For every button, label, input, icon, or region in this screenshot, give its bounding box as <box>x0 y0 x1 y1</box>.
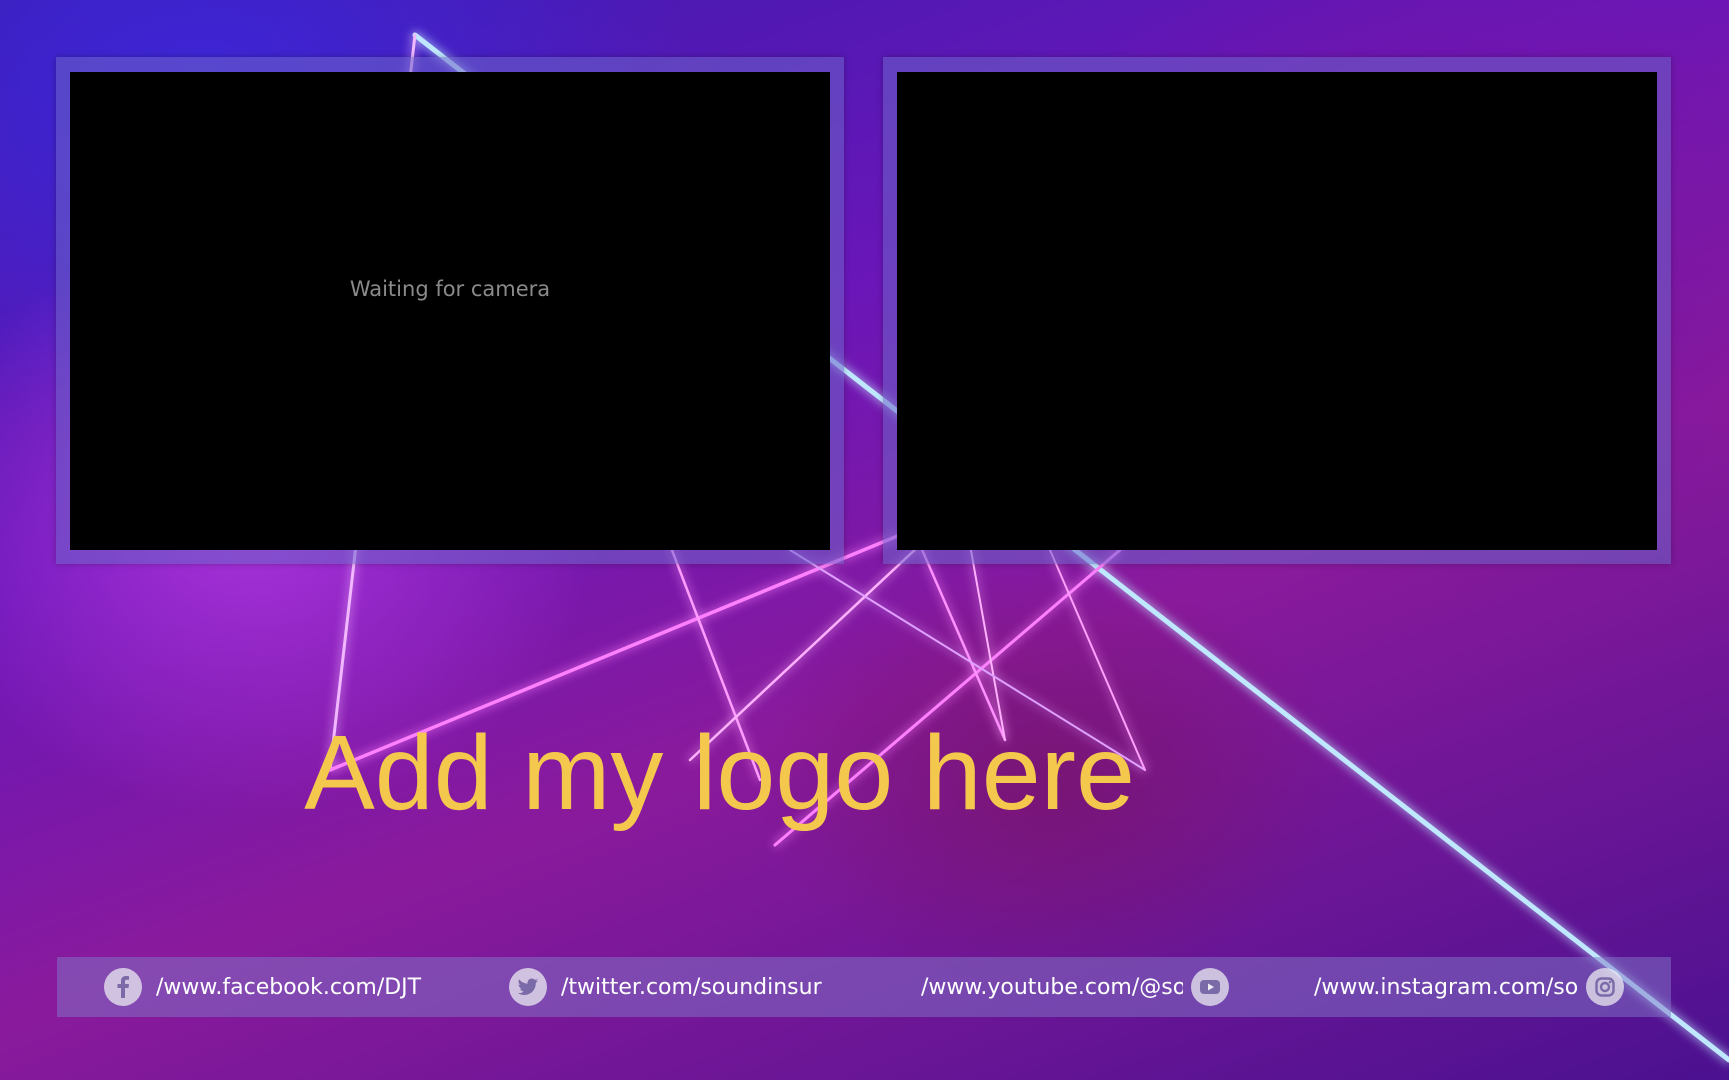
twitter-icon <box>509 968 547 1006</box>
instagram-url: /www.instagram.com/so <box>1314 974 1579 1000</box>
youtube-icon <box>1191 968 1229 1006</box>
camera-preview-right <box>897 72 1657 550</box>
camera-preview-left: Waiting for camera <box>70 72 830 550</box>
facebook-url: /www.facebook.com/DJT <box>156 974 422 1000</box>
instagram-icon <box>1586 968 1624 1006</box>
camera-status-text: Waiting for camera <box>349 276 551 301</box>
camera-frame-right <box>883 57 1671 564</box>
facebook-icon <box>104 968 142 1006</box>
social-bar: /www.facebook.com/DJT /twitter.com/sound… <box>57 957 1671 1017</box>
twitter-url: /twitter.com/soundinsur <box>561 974 822 1000</box>
logo-placeholder[interactable]: Add my logo here <box>0 720 1584 826</box>
youtube-item[interactable]: /www.youtube.com/@so <box>921 957 1229 1017</box>
twitter-item[interactable]: /twitter.com/soundinsur <box>509 957 829 1017</box>
instagram-item[interactable]: /www.instagram.com/so <box>1314 957 1624 1017</box>
youtube-url: /www.youtube.com/@so <box>921 974 1183 1000</box>
camera-frame-left: Waiting for camera <box>56 57 844 564</box>
facebook-item[interactable]: /www.facebook.com/DJT <box>104 957 426 1017</box>
